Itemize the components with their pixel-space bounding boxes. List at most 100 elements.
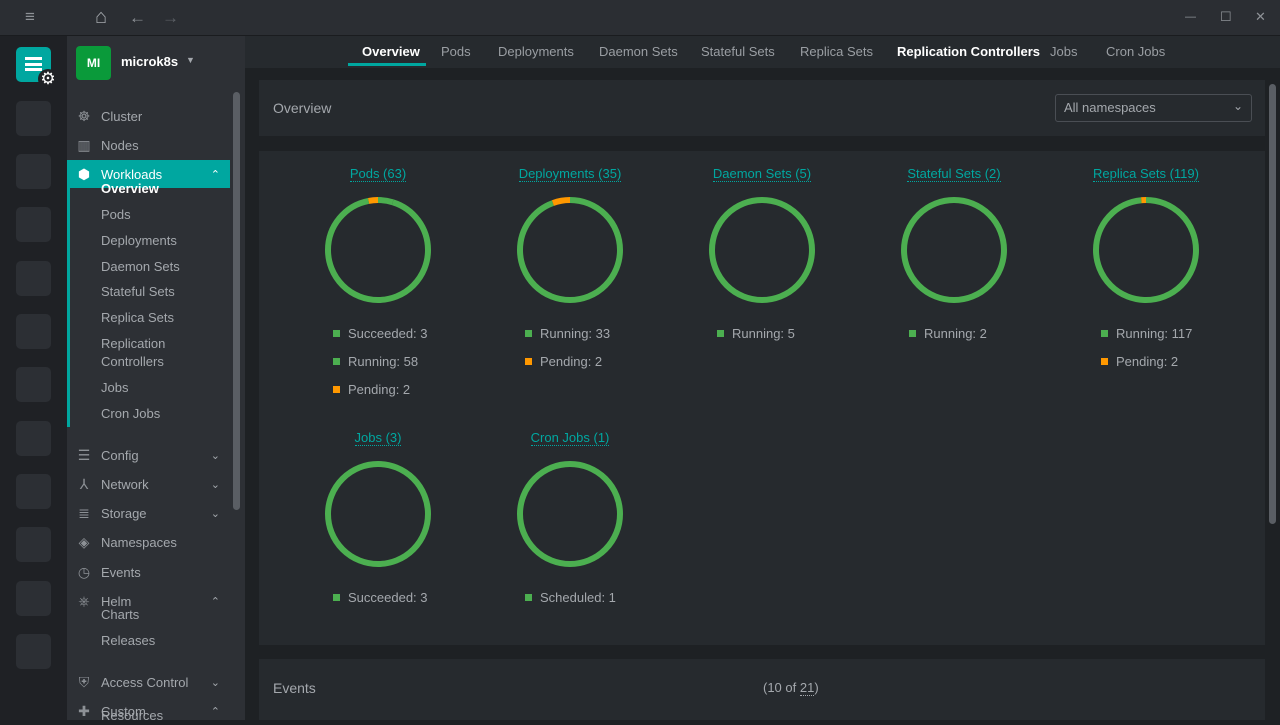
hotbar-item[interactable]: [16, 314, 51, 349]
hotbar-item[interactable]: [16, 207, 51, 242]
chevron-down-icon[interactable]: ⌄: [211, 478, 220, 491]
legend-label: Pending: 2: [540, 354, 603, 369]
status-ring-chart: [517, 461, 623, 567]
sidebar-item-config[interactable]: ☰ Config ⌄: [67, 441, 230, 469]
chart-title: Daemon Sets (5): [682, 166, 842, 182]
legend-item: Running: 33: [525, 326, 610, 341]
chevron-up-icon[interactable]: ⌃: [211, 705, 220, 718]
cluster-name[interactable]: microk8s: [121, 54, 178, 69]
sidebar-sub-item-pods[interactable]: Pods: [101, 205, 131, 224]
hotbar-item[interactable]: [16, 101, 51, 136]
chart-title: Pods (63): [298, 166, 458, 182]
chevron-up-icon[interactable]: ⌃: [211, 595, 220, 608]
legend-swatch: [333, 358, 340, 365]
legend-label: Scheduled: 1: [540, 590, 616, 605]
tab-deployments[interactable]: Deployments: [498, 44, 574, 59]
hotbar-item[interactable]: [16, 154, 51, 189]
events-total-link[interactable]: 21: [799, 680, 815, 696]
legend-label: Running: 58: [348, 354, 419, 369]
tab-overview[interactable]: Overview: [362, 44, 420, 59]
legend-swatch: [525, 594, 532, 601]
chevron-up-icon[interactable]: ⌃: [211, 168, 220, 181]
status-ring-chart: [901, 197, 1007, 303]
legend-label: Running: 5: [732, 326, 795, 341]
sidebar-item-namespaces[interactable]: ◈ Namespaces: [67, 528, 230, 556]
tab-jobs[interactable]: Jobs: [1050, 44, 1077, 59]
sidebar-item-events[interactable]: ◷ Events: [67, 558, 230, 586]
chart-title-link[interactable]: Cron Jobs (1): [530, 430, 610, 446]
chart-title-link[interactable]: Jobs (3): [354, 430, 402, 446]
chevron-down-icon[interactable]: ⌄: [211, 449, 220, 462]
chart-title-link[interactable]: Pods (63): [349, 166, 407, 182]
hotbar-item[interactable]: [16, 474, 51, 509]
legend-swatch: [1101, 330, 1108, 337]
hotbar-item[interactable]: [16, 421, 51, 456]
namespace-select[interactable]: All namespaces ⌄: [1055, 94, 1252, 122]
status-ring-chart: [709, 197, 815, 303]
workload-charts-panel: Pods (63) Succeeded: 3 Running: 58 Pending:…: [259, 151, 1265, 645]
legend-item: Succeeded: 3: [333, 590, 428, 605]
sidebar-sub-item-controllers: Controllers: [101, 354, 164, 369]
legend-item: Running: 2: [909, 326, 987, 341]
hotbar-item[interactable]: [16, 261, 51, 296]
chart-title-link[interactable]: Daemon Sets (5): [712, 166, 812, 182]
back-icon[interactable]: ←: [129, 8, 146, 28]
sidebar-sub-item-releases[interactable]: Releases: [101, 631, 155, 650]
hotbar-item[interactable]: [16, 527, 51, 562]
hotbar-item[interactable]: [16, 367, 51, 402]
sidebar-sub-item-daemon-sets[interactable]: Daemon Sets: [101, 257, 180, 276]
menu-icon[interactable]: ≡: [25, 7, 35, 27]
sidebar-item-network[interactable]: ⅄ Network ⌄: [67, 470, 230, 498]
hotbar-item[interactable]: [16, 634, 51, 669]
sidebar-item-helm[interactable]: ⎈ Helm ⌃: [67, 587, 230, 615]
sidebar-sub-item-stateful-sets[interactable]: Stateful Sets: [101, 282, 175, 301]
maximize-button[interactable]: ☐: [1220, 9, 1232, 25]
sidebar-sub-item-overview[interactable]: Overview: [101, 179, 159, 198]
legend-swatch: [717, 330, 724, 337]
sidebar-item-access-control[interactable]: ⛨ Access Control ⌄: [67, 668, 230, 696]
chart-title-link[interactable]: Stateful Sets (2): [907, 166, 1001, 182]
sidebar-sub-item-cron-jobs[interactable]: Cron Jobs: [101, 404, 160, 423]
tab-replica-sets[interactable]: Replica Sets: [800, 44, 873, 59]
legend-swatch: [1101, 358, 1108, 365]
chevron-down-icon[interactable]: ▼: [186, 55, 195, 65]
sidebar-item-label: Network: [101, 476, 149, 492]
chevron-down-icon[interactable]: ⌄: [211, 676, 220, 689]
chart-title: Cron Jobs (1): [490, 430, 650, 446]
events-count-prefix: (10 of: [763, 680, 800, 695]
tab-daemon-sets[interactable]: Daemon Sets: [599, 44, 678, 59]
chevron-down-icon: ⌄: [1232, 99, 1243, 113]
sidebar-scrollbar[interactable]: [233, 92, 240, 510]
sidebar-item-storage[interactable]: ≣ Storage ⌄: [67, 499, 230, 527]
events-count-suffix: ): [814, 680, 819, 695]
chevron-down-icon[interactable]: ⌄: [211, 507, 220, 520]
sidebar-sub-item-charts[interactable]: Charts: [101, 605, 139, 624]
workloads-icon: ⬢: [77, 165, 91, 182]
hotbar-cluster-microk8s[interactable]: ⚙: [16, 47, 58, 89]
sidebar-sub-item-replica-sets[interactable]: Replica Sets: [101, 308, 174, 327]
main-scrollbar[interactable]: [1269, 84, 1276, 524]
chart-title-link[interactable]: Deployments (35): [518, 166, 622, 182]
title-bar: ≡ ⌂ ← → — ☐ ✕: [0, 0, 1280, 36]
sidebar-item-label: Resources: [101, 708, 164, 723]
sidebar-sub-item-replication[interactable]: Replication: [101, 334, 165, 353]
legend-swatch: [333, 594, 340, 601]
legend-label: Running: 2: [924, 326, 987, 341]
sidebar-sub-item-jobs[interactable]: Jobs: [101, 378, 128, 397]
tab-replication-controllers[interactable]: Replication Controllers: [897, 44, 1040, 59]
legend-swatch: [525, 330, 532, 337]
sidebar-sub-item-deployments[interactable]: Deployments: [101, 231, 177, 250]
clock-icon: ◷: [77, 563, 91, 580]
tab-cron-jobs[interactable]: Cron Jobs: [1106, 44, 1165, 59]
sidebar-item-nodes[interactable]: ▥ Nodes: [67, 131, 230, 159]
sidebar-item-cluster[interactable]: ☸ Cluster: [67, 102, 230, 130]
hotbar-item[interactable]: [16, 581, 51, 616]
forward-icon[interactable]: →: [162, 8, 179, 28]
close-button[interactable]: ✕: [1255, 9, 1266, 25]
chart-title-link[interactable]: Replica Sets (119): [1093, 166, 1199, 182]
minimize-button[interactable]: —: [1185, 11, 1196, 23]
tab-stateful-sets[interactable]: Stateful Sets: [701, 44, 775, 59]
events-panel: Events (10 of 21): [259, 659, 1265, 720]
tab-pods[interactable]: Pods: [441, 44, 471, 59]
home-icon[interactable]: ⌂: [95, 6, 107, 29]
